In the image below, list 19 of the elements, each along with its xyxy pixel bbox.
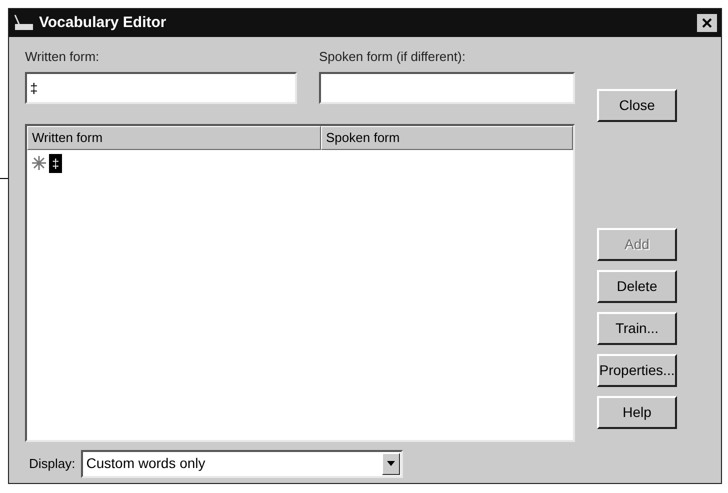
dialog-button[interactable]: Help [597,396,677,429]
list-item[interactable]: ‡ [49,154,62,173]
close-icon[interactable] [697,14,717,32]
dialog-button[interactable]: Delete [597,270,677,303]
input-field[interactable] [319,72,575,104]
snowflake-icon [31,155,47,172]
leader-line [0,178,8,179]
field-label: Spoken form (if different): [319,48,466,66]
dialog-button[interactable]: Close [597,89,677,122]
field-label: Written form: [25,48,100,66]
input-field[interactable]: ‡ [25,72,297,104]
dialog-button[interactable]: Properties... [597,354,677,387]
dropdown-arrow-icon [387,461,396,466]
display-label: Display: [29,454,76,473]
column-header[interactable]: Written form [27,126,321,150]
display-dropdown[interactable]: Custom words only [81,450,404,478]
window-title: Vocabulary Editor [39,12,168,33]
column-header[interactable]: Spoken form [321,126,573,150]
dialog-button[interactable]: Train... [597,312,677,345]
